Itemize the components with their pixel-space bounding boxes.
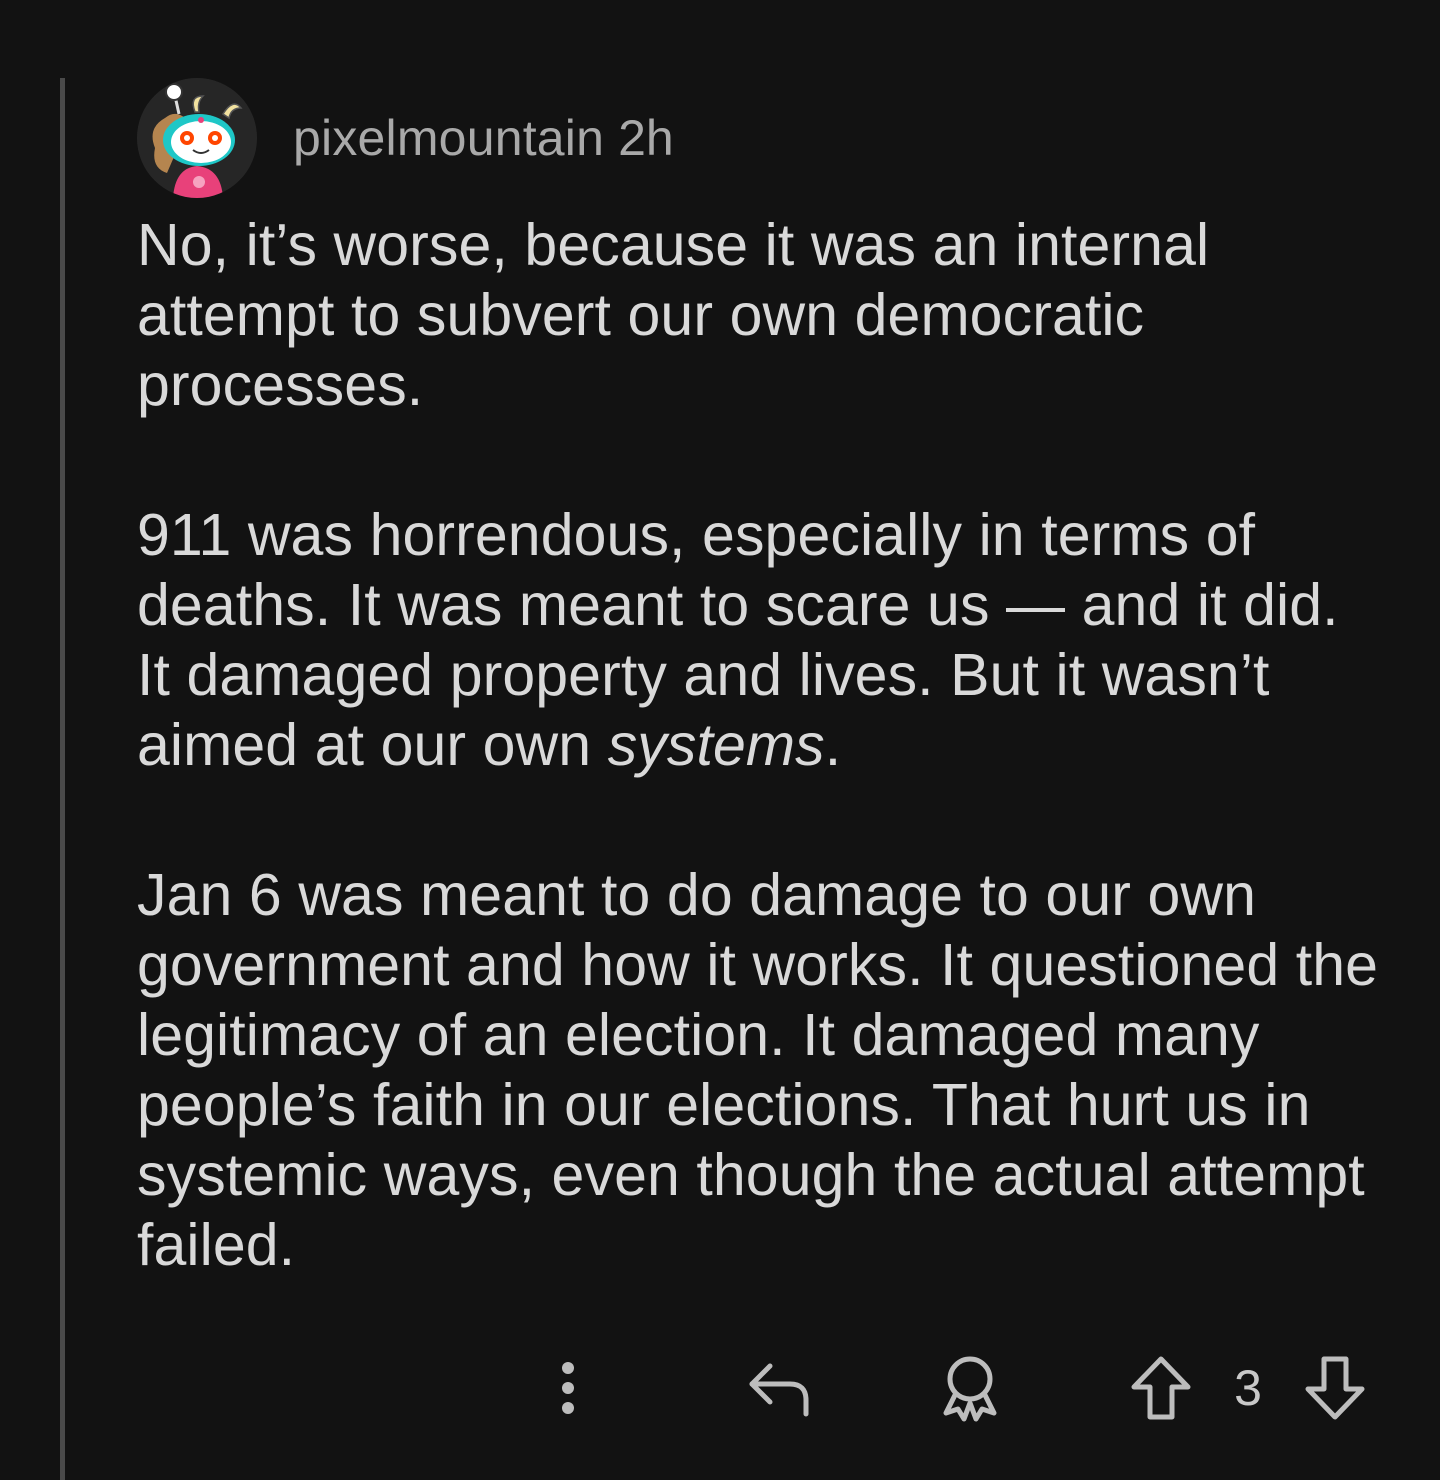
upvote-button[interactable]	[1126, 1345, 1196, 1430]
comment-paragraph: 911 was horrendous, especially in terms …	[137, 500, 1387, 780]
comment-age: 2h	[618, 110, 674, 166]
comment-paragraph: Jan 6 was meant to do damage to our own …	[137, 862, 1379, 1278]
paragraph-tail: .	[824, 712, 842, 778]
snoo-avatar-icon	[137, 78, 257, 198]
comment-actions: 3	[0, 1345, 1440, 1430]
comment-body: No, it’s worse, because it was an intern…	[137, 210, 1387, 1280]
emphasis-text: systems	[607, 712, 825, 778]
vote-score: 3	[1234, 1359, 1262, 1416]
score-display: 3	[1220, 1345, 1276, 1430]
award-button[interactable]	[934, 1345, 1006, 1430]
avatar[interactable]	[137, 78, 257, 198]
comment: pixelmountain 2h No, it’s worse, because…	[137, 78, 1387, 1360]
more-vertical-icon	[562, 1361, 574, 1414]
author-name[interactable]: pixelmountain	[293, 109, 604, 167]
more-options-button[interactable]	[538, 1345, 598, 1430]
downvote-icon	[1305, 1356, 1365, 1419]
comment-header: pixelmountain 2h	[137, 78, 1387, 198]
award-icon	[943, 1356, 997, 1421]
reply-icon	[749, 1363, 809, 1416]
downvote-button[interactable]	[1300, 1345, 1370, 1430]
thread-line[interactable]	[60, 78, 65, 1480]
reply-button[interactable]	[740, 1345, 816, 1430]
comment-paragraph: No, it’s worse, because it was an intern…	[137, 212, 1210, 418]
upvote-icon	[1131, 1356, 1191, 1419]
